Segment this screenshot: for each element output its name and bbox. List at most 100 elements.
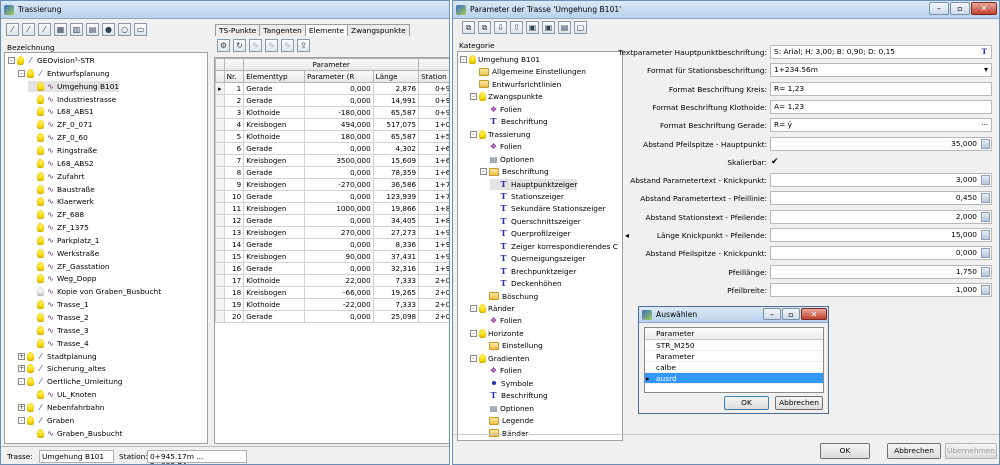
visibility-bulb-icon[interactable]: [37, 133, 44, 143]
row-selector[interactable]: [215, 310, 225, 323]
table-cell[interactable]: 1+889,95n: [418, 214, 449, 227]
elements-table[interactable]: ParameterSt Nr.ElementtypParameter (RLäng…: [215, 58, 449, 323]
kategorie-node[interactable]: - Gradienten: [470, 353, 529, 364]
table-cell[interactable]: 12: [223, 214, 245, 227]
expand-toggle-icon[interactable]: -: [460, 56, 467, 63]
visibility-bulb-icon[interactable]: [37, 390, 44, 400]
table-cell[interactable]: 2+037,04n: [418, 286, 449, 299]
visibility-bulb-icon[interactable]: [27, 351, 34, 361]
table-cell[interactable]: 0,000: [303, 238, 374, 251]
table-row[interactable]: 14Gerade0,0008,3361+951,63n0,000: [215, 238, 449, 251]
table-cell[interactable]: Klothoide: [243, 298, 305, 311]
table-cell[interactable]: 7: [223, 154, 245, 167]
table-row[interactable]: 7Kreisbogen3500,00015,6091+615,59n3500,0…: [215, 154, 449, 167]
row-selector[interactable]: [215, 154, 225, 167]
list-item[interactable]: ▸ ausrd: [645, 373, 823, 384]
table-cell[interactable]: 0,000: [303, 166, 374, 179]
parameter-titlebar[interactable]: Parameter der Trasse 'Umgehung B101': [453, 1, 999, 19]
table-cell[interactable]: 1+615,59n: [418, 154, 449, 167]
table-row[interactable]: 15Kreisbogen90,00037,4311+959,96n90,000: [215, 250, 449, 263]
tree-node[interactable]: ∿ Trasse_1: [28, 299, 89, 310]
table-cell[interactable]: 4: [223, 118, 245, 131]
visibility-bulb-icon[interactable]: [37, 261, 44, 271]
visibility-bulb-icon[interactable]: [37, 81, 44, 91]
visibility-bulb-icon[interactable]: [37, 94, 44, 104]
table-cell[interactable]: 0,000: [303, 262, 374, 275]
refresh-icon[interactable]: ↻: [233, 39, 246, 52]
spin-icon[interactable]: [981, 230, 990, 240]
row-selector[interactable]: [215, 142, 225, 155]
kategorie-node[interactable]: Böschung: [480, 291, 538, 302]
kategorie-node[interactable]: Bänder: [480, 428, 529, 439]
dialog-minimize-button[interactable]: –: [763, 308, 781, 320]
load-icon[interactable]: ▣: [542, 21, 555, 34]
save-icon[interactable]: ▣: [526, 21, 539, 34]
kategorie-node[interactable]: Entwurfsrichtlinien: [470, 79, 561, 90]
kategorie-node[interactable]: ❖ Folien: [480, 315, 522, 326]
table-cell[interactable]: 1+951,63n: [418, 238, 449, 251]
profile-icon[interactable]: ▥: [70, 23, 83, 36]
tree-node[interactable]: ∿ ZF_688: [28, 209, 84, 220]
table-row[interactable]: ▸1Gerade0,0002,8760+945,17n0,000: [215, 82, 449, 95]
table-cell[interactable]: 2,876: [372, 82, 420, 95]
kategorie-node[interactable]: T Beschriftung: [480, 116, 548, 127]
row-selector[interactable]: [215, 190, 225, 203]
property-value-field[interactable]: 0,450: [770, 191, 992, 206]
layout-icon[interactable]: ▦: [54, 23, 67, 36]
table-cell[interactable]: 1+870,08n: [418, 202, 449, 215]
kategorie-node[interactable]: - Beschriftung: [480, 166, 549, 177]
expand-toggle-icon[interactable]: +: [18, 352, 25, 360]
table-cell[interactable]: 5: [223, 130, 245, 143]
column-header[interactable]: Station Sta: [418, 70, 449, 83]
table-cell[interactable]: 180,000: [303, 130, 374, 143]
table-cell[interactable]: 517,075: [372, 118, 420, 131]
column-header[interactable]: Nr.: [223, 70, 245, 83]
table-cell[interactable]: 8,336: [372, 238, 420, 251]
table-cell[interactable]: Gerade: [243, 94, 305, 107]
row-selector[interactable]: [215, 130, 225, 143]
kategorie-node[interactable]: T Zeiger korrespondierendes C: [490, 241, 618, 252]
row-selector[interactable]: [215, 178, 225, 191]
table-cell[interactable]: 2+056,31n: [418, 298, 449, 311]
cancel-button[interactable]: Abbrechen: [887, 443, 941, 459]
table-cell[interactable]: 0,000: [303, 94, 374, 107]
table-cell[interactable]: 1+709,56n: [418, 178, 449, 191]
property-value-field[interactable]: 35,000: [770, 136, 992, 151]
table-cell[interactable]: 10: [223, 190, 245, 203]
tree-node[interactable]: + ⁄ Sicherung_altes: [18, 363, 106, 374]
property-value-field[interactable]: R= ý ···: [770, 118, 992, 133]
visibility-bulb-icon[interactable]: [37, 171, 44, 181]
property-value-field[interactable]: 1+234.56m ▾: [770, 63, 992, 78]
expand-toggle-icon[interactable]: -: [18, 416, 25, 424]
table-cell[interactable]: 0,000: [303, 214, 374, 227]
expand-toggle-icon[interactable]: -: [470, 329, 477, 337]
kategorie-node[interactable]: Symbole: [480, 378, 533, 389]
kategorie-node[interactable]: - Ränder: [470, 303, 514, 314]
tree-node[interactable]: ∿ Parkplatz_1: [28, 235, 99, 246]
kategorie-node[interactable]: - Trassierung: [470, 129, 530, 140]
tree-node[interactable]: ∿ Werkstraße: [28, 248, 99, 259]
dialog-close-button[interactable]: ✕: [801, 308, 827, 320]
table-cell[interactable]: 17: [223, 274, 245, 287]
table-cell[interactable]: -22,000: [303, 298, 374, 311]
table-cell[interactable]: 6: [223, 142, 245, 155]
table-row[interactable]: 16Gerade0,00032,3161+997,39n0,000: [215, 262, 449, 275]
table-cell[interactable]: 270,000: [303, 226, 374, 239]
spin-icon[interactable]: [981, 266, 990, 277]
table-row[interactable]: 17Klothoide22,0007,3332+029,71n0,000: [215, 274, 449, 287]
kategorie-node[interactable]: T Stationszeiger: [490, 191, 564, 202]
table-row[interactable]: 18Kreisbogen-66,00019,2652+037,04n-66,00…: [215, 286, 449, 299]
kategorie-node[interactable]: - Zwangspunkte: [470, 91, 543, 102]
table-cell[interactable]: 2+063,64n: [418, 310, 449, 323]
property-value-field[interactable]: 0,000: [770, 246, 992, 261]
visibility-bulb-icon[interactable]: [37, 274, 44, 284]
tree-node[interactable]: ∿ ZF_1375: [28, 222, 89, 233]
visibility-bulb-icon[interactable]: [37, 158, 44, 168]
expand-toggle-icon[interactable]: -: [18, 378, 25, 386]
table-row[interactable]: 2Gerade0,00014,9910+948,05n0,000: [215, 94, 449, 107]
table-cell[interactable]: Kreisbogen: [243, 250, 305, 263]
table-cell[interactable]: 19,265: [372, 286, 420, 299]
dialog-maximize-button[interactable]: ▫: [782, 308, 800, 320]
visibility-bulb-icon[interactable]: [27, 68, 34, 78]
list-item[interactable]: STR_M250: [645, 340, 823, 351]
